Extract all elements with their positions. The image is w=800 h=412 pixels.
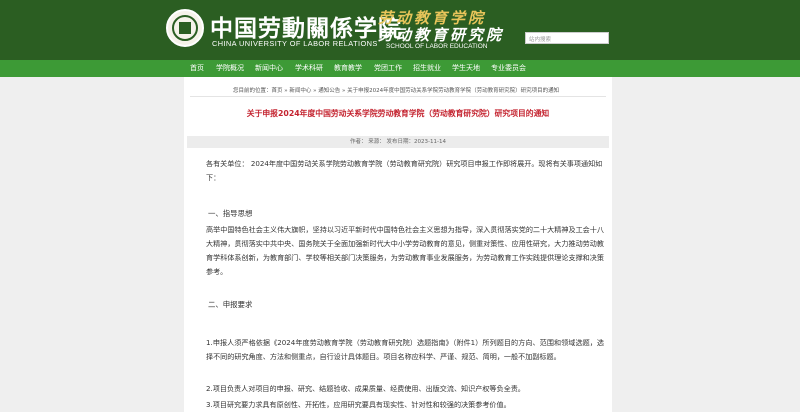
school-name-line2: 劳动教育研究院 bbox=[378, 26, 505, 44]
section-heading-1: 一、指导思想 bbox=[208, 209, 253, 218]
section-1-body: 高举中国特色社会主义伟大旗帜，坚持以习近平新时代中国特色社会主义思想为指导，深入… bbox=[206, 225, 604, 276]
nav-item-about[interactable]: 学院概况 bbox=[216, 60, 244, 77]
site-header: 中国劳動關係学院 CHINA UNIVERSITY OF LABOR RELAT… bbox=[0, 0, 800, 60]
nav-item-committee[interactable]: 专业委员会 bbox=[491, 60, 526, 77]
greeting-paragraph: 各有关单位： 2024年度中国劳动关系学院劳动教育学院（劳动教育研究院）研究项目… bbox=[206, 159, 603, 182]
university-name-en: CHINA UNIVERSITY OF LABOR RELATIONS bbox=[212, 39, 378, 48]
divider bbox=[190, 96, 606, 97]
nav-item-admission[interactable]: 招生就业 bbox=[413, 60, 441, 77]
nav-item-teaching[interactable]: 教育教学 bbox=[334, 60, 362, 77]
requirement-1: 1.申报人须严格依据《2024年度劳动教育学院（劳动教育研究院）选题指南》（附件… bbox=[206, 338, 604, 361]
nav-item-students[interactable]: 学生天地 bbox=[452, 60, 480, 77]
search-input[interactable]: 站内搜索 bbox=[525, 32, 609, 44]
section-heading-2: 二、申报要求 bbox=[208, 300, 253, 309]
page-title: 关于申报2024年度中国劳动关系学院劳动教育学院（劳动教育研究院）研究项目的通知 bbox=[246, 109, 550, 118]
seal-core bbox=[179, 22, 191, 34]
main-nav: 首页 学院概况 新闻中心 学术科研 教育教学 党团工作 招生就业 学生天地 专业… bbox=[0, 60, 800, 77]
nav-item-news[interactable]: 新闻中心 bbox=[255, 60, 283, 77]
nav-item-research[interactable]: 学术科研 bbox=[295, 60, 323, 77]
requirement-3: 3.项目研究要力求具有原创性、开拓性，应用研究要具有现实性、针对性和较强的决策参… bbox=[206, 400, 511, 409]
school-name-en: SCHOOL OF LABOR EDUCATION bbox=[386, 43, 488, 50]
requirement-2: 2.项目负责人对项目的申报、研究、结题验收、成果质量、经费使用、出版交流、知识产… bbox=[206, 384, 525, 393]
article-meta: 作者： 来源： 发布日期：2023-11-14 bbox=[350, 139, 446, 145]
article-meta-bar: 作者： 来源： 发布日期：2023-11-14 bbox=[187, 136, 609, 148]
university-name-cn[interactable]: 中国劳動關係学院 bbox=[210, 9, 402, 43]
nav-item-party[interactable]: 党团工作 bbox=[374, 60, 402, 77]
breadcrumb[interactable]: 您目前的位置：首页 » 新闻中心 » 通知公告 » 关于申报2024年度中国劳动… bbox=[233, 86, 559, 94]
university-seal-logo[interactable] bbox=[166, 9, 204, 47]
nav-item-home[interactable]: 首页 bbox=[190, 60, 204, 77]
